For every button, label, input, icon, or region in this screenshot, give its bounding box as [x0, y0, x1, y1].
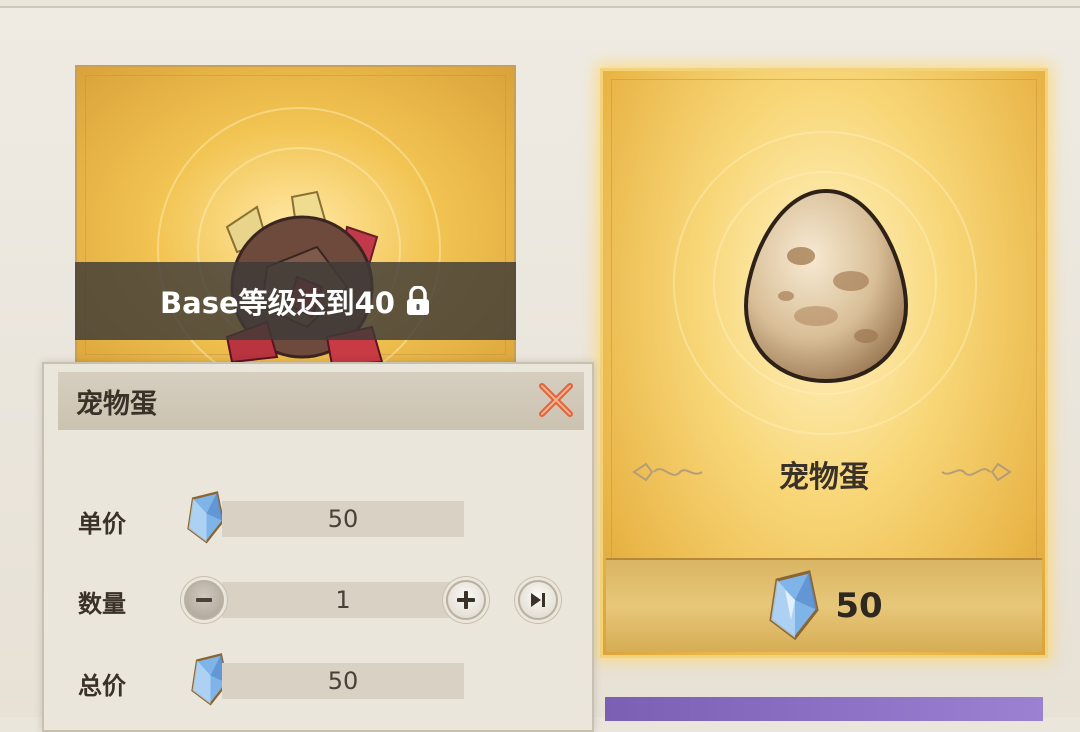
top-divider [0, 6, 1080, 8]
close-button[interactable] [536, 380, 576, 420]
max-quantity-button[interactable] [518, 580, 558, 620]
dialog-header: 宠物蛋 [58, 372, 584, 430]
increase-button[interactable] [446, 580, 486, 620]
total-price-value: 50 [327, 667, 359, 695]
buy-price-bar[interactable]: 50 [606, 558, 1042, 652]
quantity-value: 1 [335, 586, 351, 614]
total-price-field: 50 [222, 663, 464, 699]
quantity-stepper[interactable]: 1 [222, 582, 464, 618]
quantity-label: 数量 [78, 590, 126, 618]
minus-icon [196, 598, 212, 602]
level-lock-banner: Base等级达到40 [75, 262, 516, 340]
lock-icon [405, 285, 431, 316]
pet-egg-icon [743, 188, 909, 384]
crystal-gem-icon [769, 570, 819, 641]
unit-price-field: 50 [222, 501, 464, 537]
crystal-gem-icon [187, 491, 225, 544]
dialog-title: 宠物蛋 [76, 389, 157, 420]
purchase-dialog: 宠物蛋 单价 50 数量 1 总价 50 [42, 362, 594, 732]
plus-icon [457, 591, 475, 609]
decrease-button[interactable] [184, 580, 224, 620]
lock-requirement-text: Base等级达到40 [160, 286, 395, 320]
close-icon [539, 383, 573, 417]
item-name: 宠物蛋 [779, 460, 869, 495]
total-price-label: 总价 [78, 672, 126, 700]
price-value: 50 [835, 586, 883, 626]
unit-price-label: 单价 [78, 510, 126, 538]
max-skip-icon [531, 593, 545, 607]
next-card-edge [605, 697, 1043, 721]
unit-price-value: 50 [327, 505, 359, 533]
